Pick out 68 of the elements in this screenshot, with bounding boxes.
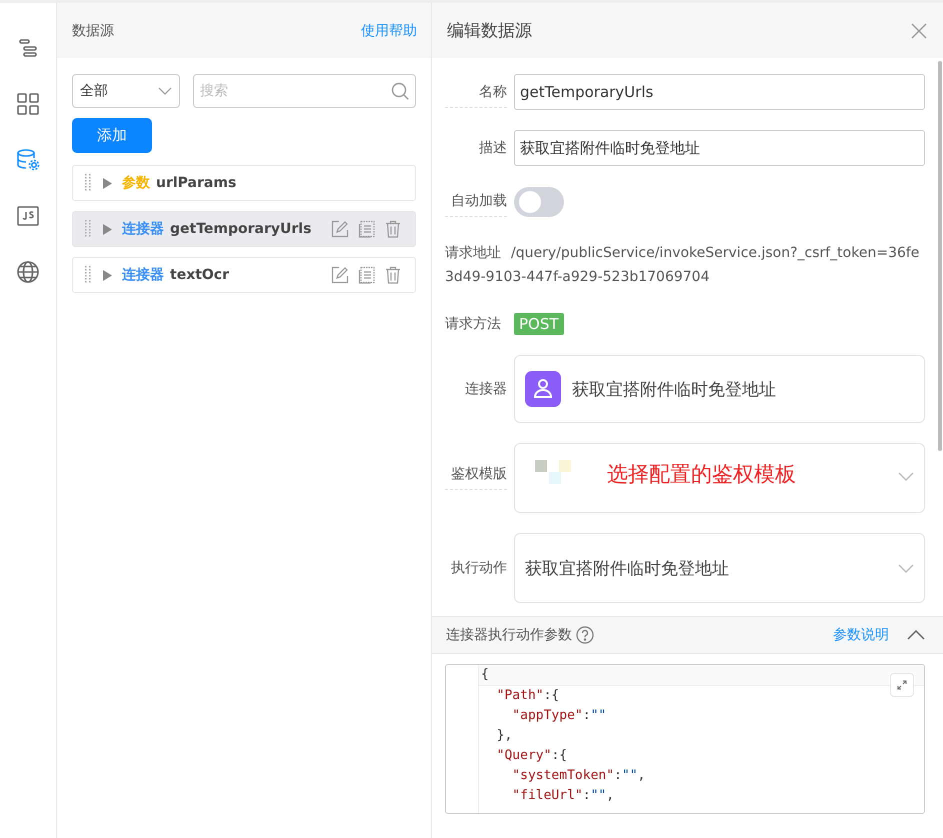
expand-triangle-icon[interactable]	[103, 224, 112, 234]
annotation-text: 选择配置的鉴权模板	[607, 461, 796, 488]
person-app-icon	[525, 371, 561, 407]
action-select[interactable]: 获取宜搭附件临时免登地址	[514, 533, 925, 603]
copy-icon[interactable]	[358, 266, 376, 284]
field-label: 执行动作	[450, 559, 507, 578]
item-name: textOcr	[170, 267, 230, 283]
outline-icon	[18, 38, 38, 58]
item-name: urlParams	[156, 175, 238, 191]
section-title: 连接器执行动作参数	[446, 626, 572, 644]
field-label: 鉴权模版	[445, 459, 507, 490]
edit-icon[interactable]	[331, 220, 349, 238]
request-url: 请求地址 /query/publicService/invokeService.json?_csrf_token=36fe3d49-9103-447f-a929-523b17069704	[445, 244, 920, 287]
field-label: 名称	[445, 76, 507, 108]
close-icon[interactable]	[911, 22, 927, 38]
code-line: "systemToken":"",	[512, 768, 646, 783]
collapse-chevron-icon[interactable]	[907, 630, 925, 640]
expand-triangle-icon[interactable]	[103, 178, 112, 188]
field-label: 描述	[478, 139, 507, 158]
chevron-down-icon	[158, 87, 172, 95]
item-name: getTemporaryUrls	[170, 221, 312, 237]
datasource-item[interactable]: 连接器 getTemporaryUrls	[72, 211, 416, 247]
type-select[interactable]: 全部	[72, 74, 180, 108]
code-line: },	[496, 728, 512, 743]
globe-icon	[17, 261, 39, 283]
auth-template-select[interactable]: 选择配置的鉴权模板	[514, 443, 925, 513]
trash-icon[interactable]	[385, 220, 401, 238]
code-line: "fileUrl":"",	[512, 788, 614, 803]
code-line: {	[481, 667, 489, 682]
fullscreen-button[interactable]	[890, 673, 914, 697]
code-editor[interactable]: { "Path":{ "appType":"" }, "Query":{ "systemToken":"", "fileUrl":"",	[445, 664, 925, 814]
trash-icon[interactable]	[385, 266, 401, 284]
search-icon	[391, 82, 409, 100]
panel-title: 编辑数据源	[447, 20, 532, 42]
field-label: 自动加载	[445, 186, 507, 217]
description-field[interactable]: 获取宜搭附件临时免登地址	[514, 130, 925, 166]
item-type: 参数	[122, 174, 150, 192]
item-type: 连接器	[122, 220, 164, 238]
help-icon[interactable]	[576, 626, 594, 644]
grid-icon	[17, 93, 39, 115]
field-label: 连接器	[464, 380, 507, 399]
field-label: 请求方法	[445, 315, 501, 333]
drag-handle-icon[interactable]	[85, 266, 91, 284]
search-field[interactable]: 搜索	[193, 74, 416, 108]
expand-arrows-icon	[897, 680, 907, 690]
datasource-item[interactable]: 参数 urlParams	[72, 165, 416, 201]
scrollbar[interactable]	[938, 61, 942, 451]
blurred-image	[535, 460, 571, 484]
edit-icon[interactable]	[331, 266, 349, 284]
item-type: 连接器	[122, 266, 164, 284]
connector-card[interactable]: 获取宜搭附件临时免登地址	[514, 355, 925, 423]
autoload-switch[interactable]	[514, 186, 564, 216]
drag-handle-icon[interactable]	[85, 220, 91, 238]
drag-handle-icon[interactable]	[85, 174, 91, 192]
code-line: "appType":""	[512, 708, 606, 723]
code-line: "Path":{	[496, 688, 560, 703]
add-button[interactable]: 添加	[72, 118, 152, 153]
method-badge: POST	[514, 313, 564, 335]
database-gear-icon	[16, 148, 40, 172]
chevron-down-icon	[898, 472, 914, 481]
datasource-item[interactable]: 连接器 textOcr	[72, 257, 416, 293]
copy-icon[interactable]	[358, 220, 376, 238]
chevron-down-icon	[898, 564, 914, 572]
code-line: "Query":{	[496, 748, 568, 763]
expand-triangle-icon[interactable]	[103, 270, 112, 280]
name-field[interactable]: getTemporaryUrls	[514, 74, 925, 110]
js-file-icon	[17, 206, 39, 226]
panel-title: 数据源	[72, 22, 114, 40]
